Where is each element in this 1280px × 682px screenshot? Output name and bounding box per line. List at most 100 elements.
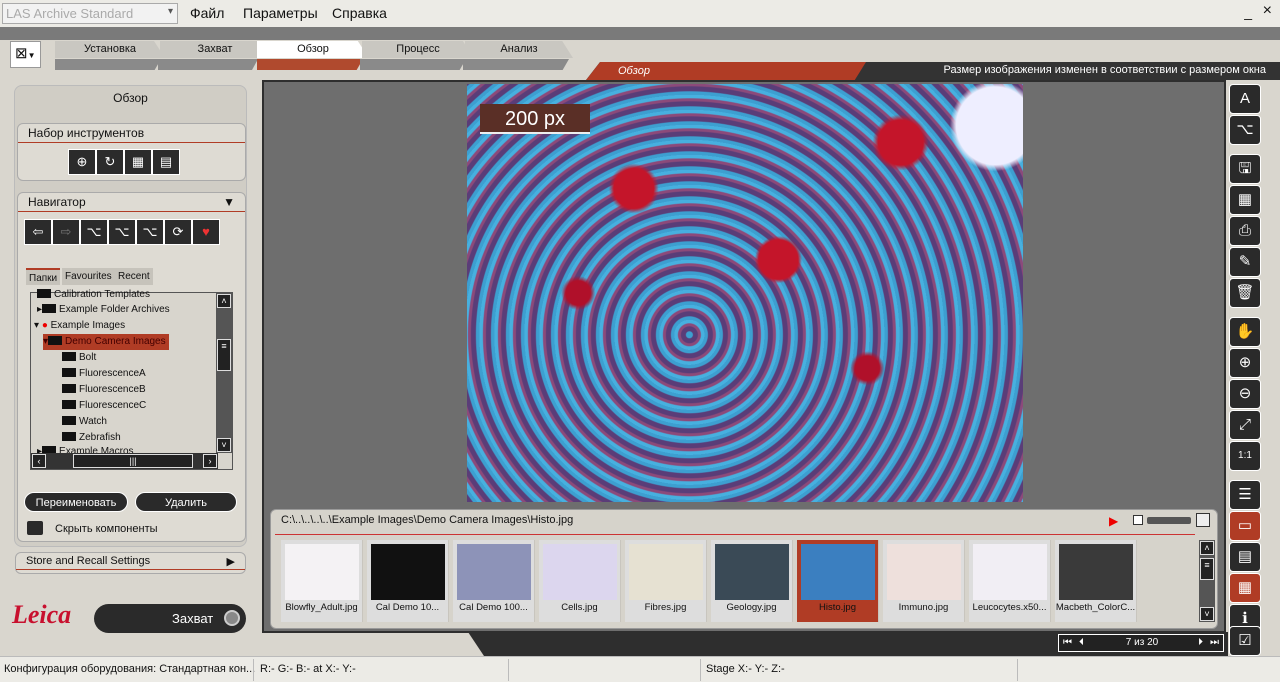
scroll-down-icon[interactable]: ˅ xyxy=(217,438,231,452)
tab-browse[interactable]: Обзор xyxy=(257,41,369,58)
horizontal-scrollbar[interactable]: ‹ ||| › xyxy=(31,453,218,469)
thumbnail-3[interactable]: Cells.jpg xyxy=(539,540,621,622)
save-as-icon[interactable]: 🖫 xyxy=(1229,154,1261,184)
menu-file[interactable]: Файл xyxy=(190,5,224,21)
tree-item[interactable]: ▸ Example Folder Archives xyxy=(37,302,170,318)
app-selector[interactable]: LAS Archive Standard ▾ xyxy=(2,3,178,24)
thumbnail-image xyxy=(284,544,359,600)
checklist-icon[interactable]: ☑ xyxy=(1229,626,1261,656)
menu-parameters[interactable]: Параметры xyxy=(243,5,318,21)
tree-down-icon[interactable]: ⌥ xyxy=(108,219,136,245)
scroll-thumb[interactable]: ≡ xyxy=(217,339,231,371)
forward-icon[interactable]: ⇨ xyxy=(52,219,80,245)
tree-item-selected[interactable]: ▾ Demo Camera Images xyxy=(43,334,169,350)
hand-pan-icon[interactable]: ✋ xyxy=(1229,317,1261,347)
tree-item[interactable]: FluorescenceA xyxy=(62,366,146,382)
thumbnail-view-icon[interactable]: ▦ xyxy=(1229,573,1261,603)
tree-view-icon[interactable]: ⌥ xyxy=(1229,115,1261,145)
tree-item[interactable]: FluorescenceC xyxy=(62,398,146,414)
tree-item[interactable]: Calibration Templates xyxy=(37,287,150,303)
scroll-down-icon[interactable]: ˅ xyxy=(1200,607,1214,621)
scale-bar: 200 px xyxy=(480,104,590,134)
zoom-in-icon[interactable]: ⊕ xyxy=(1229,348,1261,378)
annotate-text-icon[interactable]: A xyxy=(1229,84,1261,114)
nav-tab-recent[interactable]: Recent xyxy=(115,268,153,285)
scroll-up-icon[interactable]: ˄ xyxy=(217,294,231,308)
thumbnail-image xyxy=(972,544,1047,600)
nav-tab-folders[interactable]: Папки xyxy=(26,268,61,285)
folder-tree: Calibration Templates ▸ Example Folder Ar… xyxy=(30,289,233,470)
scroll-up-icon[interactable]: ˄ xyxy=(1200,541,1214,555)
rename-button[interactable]: Переименовать xyxy=(24,492,128,512)
next-page-icon[interactable]: ⏵ xyxy=(1198,635,1203,651)
scroll-thumb[interactable]: ≡ xyxy=(1200,558,1214,580)
thumbnail-0[interactable]: Blowfly_Adult.jpg xyxy=(281,540,363,622)
divider xyxy=(275,534,1195,535)
tool-button-1[interactable]: ⊕ xyxy=(68,149,96,175)
fit-window-icon[interactable]: ⤢ xyxy=(1229,410,1261,440)
thumbnail-2[interactable]: Cal Demo 100... xyxy=(453,540,535,622)
thumbnail-4[interactable]: Fibres.jpg xyxy=(625,540,707,622)
status-separator xyxy=(508,659,509,681)
small-thumb-icon[interactable] xyxy=(1133,515,1143,525)
play-icon[interactable]: ▶ xyxy=(1109,514,1118,528)
scroll-right-icon[interactable]: › xyxy=(203,454,217,468)
large-thumb-icon[interactable] xyxy=(1196,513,1210,527)
workflow-menu-button[interactable]: ⊠▼ xyxy=(10,41,41,68)
tree-add-icon[interactable]: ⌥ xyxy=(136,219,164,245)
tool-button-3[interactable]: ▦ xyxy=(124,149,152,175)
print-icon[interactable]: ⎙ xyxy=(1229,216,1261,246)
menu-help[interactable]: Справка xyxy=(332,5,387,21)
tree-item[interactable]: Bolt xyxy=(62,350,96,366)
tab-process[interactable]: Процесс xyxy=(362,41,474,58)
gallery-panel: C:\..\..\..\..\Example Images\Demo Camer… xyxy=(270,509,1218,629)
tab-analysis[interactable]: Анализ xyxy=(465,41,573,58)
scroll-left-icon[interactable]: ‹ xyxy=(32,454,46,468)
nav-tab-favourites[interactable]: Favourites xyxy=(62,268,115,285)
capture-button[interactable]: Захват xyxy=(94,604,246,633)
navigator-title[interactable]: Навигатор ▼ xyxy=(18,193,245,212)
last-page-icon[interactable]: ⏭ xyxy=(1210,635,1219,651)
minimize-button[interactable]: _ xyxy=(1244,4,1252,20)
hide-components-checkbox[interactable] xyxy=(27,521,43,535)
scroll-thumb[interactable]: ||| xyxy=(73,454,193,468)
thumb-size-slider[interactable] xyxy=(1147,517,1191,524)
app-title: LAS Archive Standard xyxy=(6,6,134,21)
actual-size-icon[interactable]: 1:1 xyxy=(1229,441,1261,471)
thumbnail-7[interactable]: Immuno.jpg xyxy=(883,540,965,622)
collapse-icon: ▼ xyxy=(223,195,235,209)
refresh-icon[interactable]: ⟳ xyxy=(164,219,192,245)
vertical-scrollbar[interactable]: ˄ ≡ ˅ xyxy=(216,293,232,453)
tool-button-4[interactable]: ▤ xyxy=(152,149,180,175)
chevron-down-icon: ▼ xyxy=(27,51,36,60)
table-view-icon[interactable]: ▤ xyxy=(1229,542,1261,572)
close-button[interactable]: × xyxy=(1263,2,1272,20)
tab-setup[interactable]: Установка xyxy=(55,41,165,58)
gallery-scrollbar[interactable]: ˄ ≡ ˅ xyxy=(1199,540,1215,622)
hide-components-label: Скрыть компоненты xyxy=(55,523,158,535)
tree-up-icon[interactable]: ⌥ xyxy=(80,219,108,245)
back-icon[interactable]: ⇦ xyxy=(24,219,52,245)
tree-item[interactable]: FluorescenceB xyxy=(62,382,146,398)
tab-capture[interactable]: Захват xyxy=(160,41,270,58)
thumbnail-6[interactable]: Histo.jpg xyxy=(797,540,879,622)
details-view-icon[interactable]: ☰ xyxy=(1229,480,1261,510)
thumbnail-5[interactable]: Geology.jpg xyxy=(711,540,793,622)
delete-button[interactable]: Удалить xyxy=(135,492,237,512)
zoom-out-icon[interactable]: ⊖ xyxy=(1229,379,1261,409)
favourite-icon[interactable]: ♥ xyxy=(192,219,220,245)
thumbnail-9[interactable]: Macbeth_ColorC... xyxy=(1055,540,1137,622)
trash-icon[interactable]: 🗑 xyxy=(1229,278,1261,308)
single-image-view-icon[interactable]: ▭ xyxy=(1229,511,1261,541)
montage-icon[interactable]: ▦ xyxy=(1229,185,1261,215)
tree-item[interactable]: ▾ ● Example Images xyxy=(34,318,125,334)
thumbnail-1[interactable]: Cal Demo 10... xyxy=(367,540,449,622)
thumbnail-8[interactable]: Leucocytes.x50... xyxy=(969,540,1051,622)
histology-image[interactable] xyxy=(467,84,1023,502)
tool-button-2[interactable]: ↻ xyxy=(96,149,124,175)
store-recall-group[interactable]: Store and Recall Settings ▶ xyxy=(15,552,246,574)
view-bar: Обзор Размер изображения изменен в соотв… xyxy=(586,62,1280,80)
tree-item[interactable]: Watch xyxy=(62,414,107,430)
edit-icon[interactable]: ✎ xyxy=(1229,247,1261,277)
thumbnail-label: Cells.jpg xyxy=(561,602,598,613)
